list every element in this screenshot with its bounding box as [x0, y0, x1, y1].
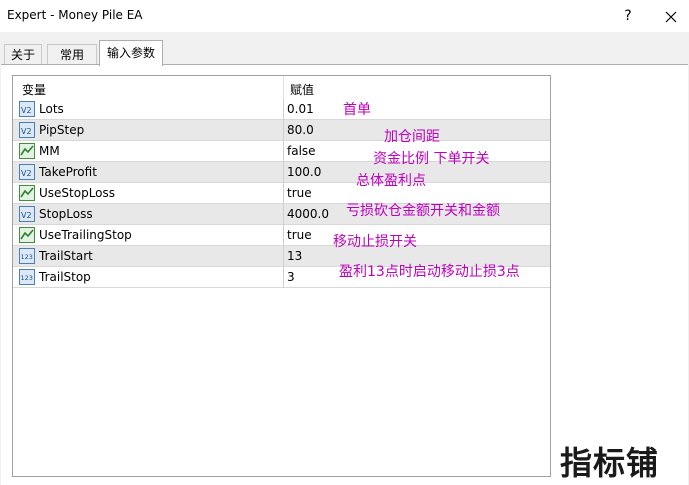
help-button[interactable]: ?: [614, 4, 642, 28]
parameter-value[interactable]: 100.0: [287, 165, 321, 179]
tab-about[interactable]: 关于: [4, 44, 42, 64]
watermark-logo: 指标铺: [560, 444, 660, 482]
parameter-value[interactable]: 4000.0: [287, 207, 329, 221]
column-divider: [283, 162, 284, 183]
parameter-value[interactable]: 13: [287, 249, 302, 263]
value-param-icon: V2: [19, 206, 35, 222]
close-icon: [665, 11, 677, 22]
int-param-icon: 123: [19, 269, 35, 285]
tab-bar: 关于 常用 输入参数: [0, 40, 689, 66]
value-param-icon: V2: [19, 122, 35, 138]
table-row[interactable]: V2 PipStep 80.0: [13, 120, 550, 141]
value-param-icon: V2: [19, 101, 35, 117]
column-divider: [283, 204, 284, 225]
int-param-icon: 123: [19, 248, 35, 264]
parameter-value[interactable]: 80.0: [287, 123, 314, 137]
parameter-name: TrailStop: [39, 270, 91, 284]
column-divider: [283, 99, 284, 120]
value-param-icon: V2: [19, 164, 35, 180]
annotation-first-order: 首单: [343, 102, 371, 118]
column-divider: [283, 246, 284, 267]
table-header: 变量 赋值: [13, 76, 550, 99]
column-divider: [283, 120, 284, 141]
svg-text:123: 123: [21, 274, 33, 282]
column-divider[interactable]: [283, 76, 284, 99]
title-bar: Expert - Money Pile EA ?: [0, 0, 689, 32]
parameter-value[interactable]: 3: [287, 270, 295, 284]
bool-param-icon: [19, 143, 35, 159]
svg-text:V2: V2: [21, 106, 32, 115]
column-divider: [283, 141, 284, 162]
tab-common[interactable]: 常用: [47, 44, 97, 64]
parameter-value[interactable]: true: [287, 186, 312, 200]
parameter-value[interactable]: false: [287, 144, 316, 158]
annotation-trailing-stop: 移动止损开关: [333, 234, 417, 250]
window-title: Expert - Money Pile EA: [7, 8, 143, 22]
bool-param-icon: [19, 185, 35, 201]
close-button[interactable]: [657, 4, 685, 28]
parameter-value[interactable]: 0.01: [287, 102, 314, 116]
parameter-name: MM: [39, 144, 60, 158]
parameter-name: UseTrailingStop: [39, 228, 132, 242]
annotation-trail-start-stop: 盈利13点时启动移动止损3点: [339, 264, 520, 280]
annotation-money-management: 资金比例 下单开关: [373, 151, 490, 167]
column-divider: [283, 267, 284, 288]
table-row[interactable]: V2 Lots 0.01: [13, 99, 550, 120]
column-header-value[interactable]: 赋值: [290, 81, 314, 98]
svg-text:V2: V2: [21, 127, 32, 136]
column-divider: [283, 225, 284, 246]
parameter-name: Lots: [39, 102, 64, 116]
svg-text:123: 123: [21, 253, 33, 261]
annotation-stop-loss: 亏损砍仓金额开关和金额: [346, 203, 500, 219]
tab-input-parameters[interactable]: 输入参数: [99, 40, 163, 66]
parameter-name: PipStep: [39, 123, 85, 137]
svg-text:V2: V2: [21, 211, 32, 220]
bool-param-icon: [19, 227, 35, 243]
table-row[interactable]: UseTrailingStop true: [13, 225, 550, 246]
parameter-name: StopLoss: [39, 207, 93, 221]
annotation-grid-step: 加仓间距: [384, 129, 440, 145]
annotation-total-profit: 总体盈利点: [356, 173, 426, 189]
parameter-value[interactable]: true: [287, 228, 312, 242]
parameter-name: TakeProfit: [39, 165, 97, 179]
parameter-name: UseStopLoss: [39, 186, 116, 200]
column-header-variable[interactable]: 变量: [22, 81, 46, 98]
svg-text:V2: V2: [21, 169, 32, 178]
column-divider: [283, 183, 284, 204]
parameter-name: TrailStart: [39, 249, 93, 263]
